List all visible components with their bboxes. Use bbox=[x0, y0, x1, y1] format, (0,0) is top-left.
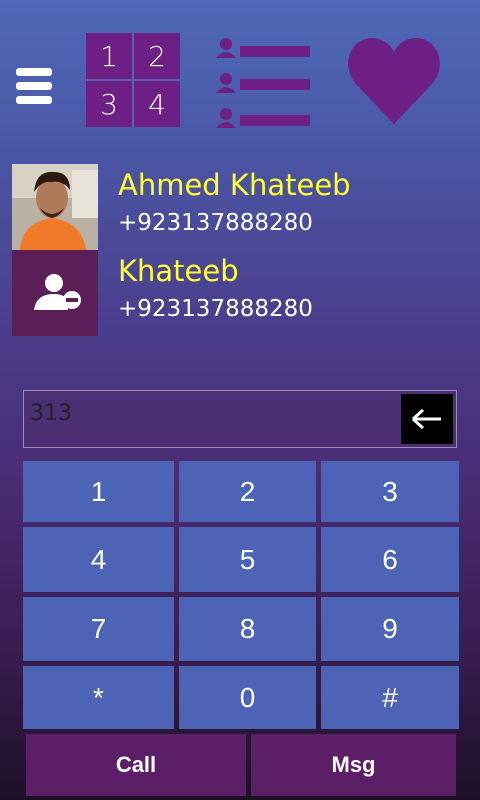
contact-name: Khateeb bbox=[118, 254, 239, 288]
tile-2: 2 bbox=[134, 33, 180, 79]
contact-row[interactable]: Khateeb +923137888280 bbox=[12, 250, 472, 336]
tile-1: 1 bbox=[86, 33, 132, 79]
contact-list-icon[interactable] bbox=[214, 38, 312, 128]
key-hash[interactable]: # bbox=[321, 666, 459, 729]
backspace-arrow-icon bbox=[411, 408, 441, 430]
contact-avatar bbox=[12, 250, 98, 336]
key-star[interactable]: * bbox=[23, 666, 174, 729]
key-3[interactable]: 3 bbox=[321, 461, 459, 522]
call-button[interactable]: Call bbox=[26, 734, 246, 796]
heart-icon[interactable] bbox=[346, 36, 442, 126]
key-9[interactable]: 9 bbox=[321, 597, 459, 661]
key-0[interactable]: 0 bbox=[179, 666, 316, 729]
contact-name: Ahmed Khateeb bbox=[118, 168, 351, 202]
contact-photo bbox=[12, 164, 98, 250]
msg-button[interactable]: Msg bbox=[251, 734, 456, 796]
key-1[interactable]: 1 bbox=[23, 461, 174, 522]
key-7[interactable]: 7 bbox=[23, 597, 174, 661]
contact-phone: +923137888280 bbox=[118, 296, 313, 322]
number-input-value: 313 bbox=[30, 401, 72, 426]
tile-4: 4 bbox=[134, 81, 180, 127]
number-input[interactable]: 313 bbox=[23, 390, 457, 448]
key-2[interactable]: 2 bbox=[179, 461, 316, 522]
menu-button[interactable] bbox=[16, 68, 52, 106]
hamburger-menu-icon bbox=[16, 68, 52, 76]
key-6[interactable]: 6 bbox=[321, 527, 459, 592]
key-5[interactable]: 5 bbox=[179, 527, 316, 592]
key-4[interactable]: 4 bbox=[23, 527, 174, 592]
tile-3: 3 bbox=[86, 81, 132, 127]
backspace-button[interactable] bbox=[401, 394, 453, 444]
contact-row[interactable]: Ahmed Khateeb +923137888280 bbox=[12, 164, 472, 250]
key-8[interactable]: 8 bbox=[179, 597, 316, 661]
dialpad-tile-button[interactable]: 1 2 3 4 bbox=[86, 33, 180, 127]
contact-phone: +923137888280 bbox=[118, 210, 313, 236]
person-remove-icon bbox=[34, 274, 81, 310]
